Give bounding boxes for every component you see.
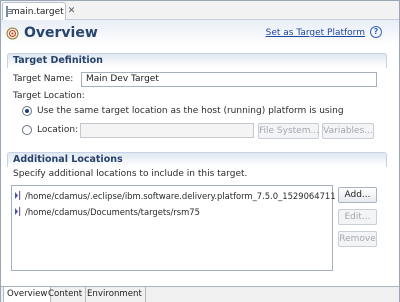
form-page-tabs: Overview Content Environment — [1, 286, 399, 302]
additional-locations-section-header[interactable]: Additional Locations — [7, 152, 387, 167]
additional-locations-list[interactable]: /home/cdamus/.eclipse/ibm.software.deliv… — [11, 185, 336, 271]
target-definition-icon — [6, 27, 19, 40]
same-host-location-label: Use the same target location as the host… — [37, 106, 344, 116]
list-item[interactable]: /home/cdamus/.eclipse/ibm.software.deliv… — [15, 189, 336, 202]
additional-locations-title: Additional Locations — [13, 154, 123, 165]
same-host-location-radio[interactable] — [22, 106, 32, 116]
variables-button[interactable]: Variables... — [322, 123, 374, 139]
target-name-label: Target Name: — [13, 74, 74, 84]
editor-tab-main-target[interactable]: main.target ✕ — [2, 2, 75, 20]
custom-location-radio[interactable] — [22, 125, 32, 135]
editor-tab-label: main.target — [11, 6, 64, 17]
form-header: Overview Set as Target Platform ? — [1, 20, 399, 46]
remove-location-button[interactable]: Remove — [338, 231, 377, 247]
custom-location-label: Location: — [37, 125, 79, 135]
set-as-target-platform-link[interactable]: Set as Target Platform — [266, 28, 365, 38]
edit-location-button[interactable]: Edit... — [338, 209, 377, 225]
location-path: /home/cdamus/Documents/targets/rsm75 — [25, 206, 200, 217]
target-definition-title: Target Definition — [13, 55, 103, 66]
close-icon[interactable]: ✕ — [68, 7, 76, 16]
tab-environment[interactable]: Environment — [84, 287, 146, 302]
tab-content[interactable]: Content — [45, 287, 87, 302]
help-icon[interactable]: ? — [370, 26, 382, 38]
location-path-field[interactable] — [80, 123, 254, 138]
page-title: Overview — [24, 25, 98, 41]
target-name-field[interactable]: Main Dev Target — [81, 72, 377, 87]
target-definition-section-header[interactable]: Target Definition — [7, 53, 387, 68]
editor-frame: main.target ✕ Overview Set as Target Pla… — [0, 0, 400, 302]
location-path: /home/cdamus/.eclipse/ibm.software.deliv… — [25, 190, 336, 201]
target-file-icon — [6, 6, 13, 17]
file-system-button[interactable]: File System... — [258, 123, 319, 139]
target-location-label: Target Location: — [13, 91, 85, 101]
location-folder-icon — [15, 207, 22, 216]
location-folder-icon — [15, 191, 22, 200]
add-location-button[interactable]: Add... — [338, 187, 377, 203]
list-item[interactable]: /home/cdamus/Documents/targets/rsm75 — [15, 205, 200, 218]
additional-locations-description: Specify additional locations to include … — [13, 169, 248, 179]
editor-tab-strip: main.target ✕ — [1, 1, 399, 20]
